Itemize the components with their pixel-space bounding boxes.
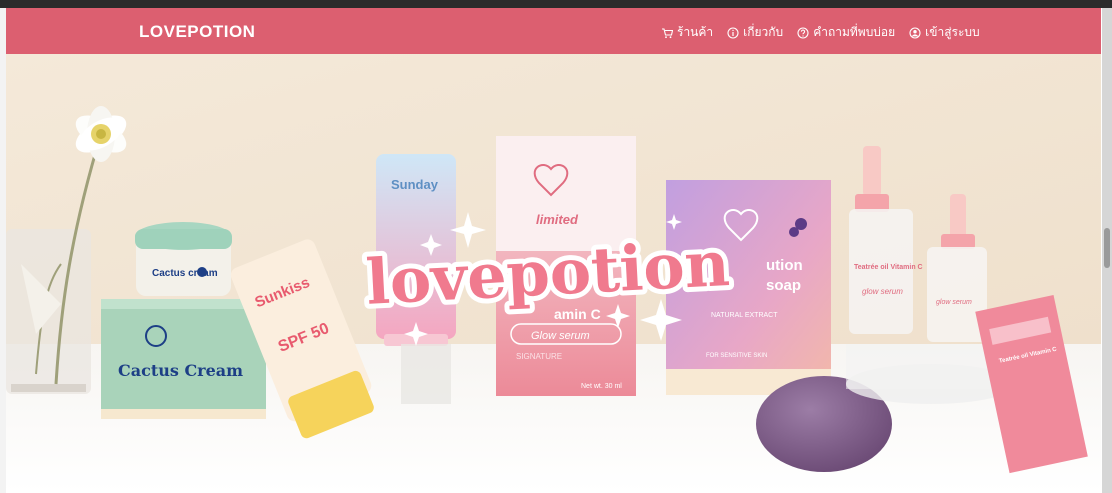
- cactus-cream-box: Cactus Cream: [101, 299, 266, 419]
- cactus-cream-jar: Cactus cream: [135, 222, 232, 296]
- user-icon: [909, 26, 921, 39]
- nav-label-about: เกี่ยวกับ: [743, 25, 784, 39]
- nav-label-shop: ร้านค้า: [677, 25, 714, 39]
- sensitive-skin-label: FOR SENSITIVE SKIN: [706, 353, 767, 359]
- cart-icon: [661, 27, 673, 39]
- natural-extract-label: NATURAL EXTRACT: [711, 312, 778, 319]
- net-label: Net wt. 30 ml: [581, 383, 622, 390]
- signature-label: SIGNATURE: [516, 352, 562, 361]
- window-topbar: [0, 0, 1112, 8]
- glow-label-large: glow serum: [862, 287, 903, 296]
- limited-label: limited: [536, 212, 579, 227]
- info-icon: [727, 26, 739, 39]
- navbar: LOVEPOTION ร้านค้า เกี่ยวกับ คำถามที่พบบ…: [6, 8, 1101, 54]
- nav-label-login: เข้าสู่ระบบ: [925, 25, 980, 39]
- nav-menu: ร้านค้า เกี่ยวกับ คำถามที่พบบ่อย เข้าสู่…: [661, 23, 980, 42]
- glow-label-small: glow serum: [936, 299, 972, 306]
- question-icon: [797, 26, 809, 39]
- cactus-jar-label: Cactus cream: [152, 268, 218, 279]
- serum-box-glow: Glow serum: [531, 330, 590, 342]
- nav-item-faq[interactable]: คำถามที่พบบ่อย: [797, 23, 895, 42]
- nav-item-about[interactable]: เกี่ยวกับ: [727, 23, 783, 42]
- nav-item-login[interactable]: เข้าสู่ระบบ: [909, 23, 980, 42]
- nav-label-faq: คำถามที่พบบ่อย: [813, 25, 896, 39]
- soap-box-top: ution: [766, 257, 803, 274]
- dropper-label: Teatrée oil Vitamin C: [854, 264, 923, 271]
- sunday-label: Sunday: [391, 177, 439, 192]
- cactus-box-label: Cactus Cream: [118, 361, 243, 380]
- scrollbar[interactable]: [1102, 8, 1112, 493]
- nav-item-shop[interactable]: ร้านค้า: [661, 23, 713, 42]
- scrollbar-thumb[interactable]: [1104, 228, 1110, 268]
- brand-logo[interactable]: LOVEPOTION: [139, 22, 255, 42]
- soap-box-bottom: soap: [766, 277, 801, 294]
- hero-banner[interactable]: Cactus Cream Cactus cream Sunkiss SPF 50…: [6, 54, 1101, 493]
